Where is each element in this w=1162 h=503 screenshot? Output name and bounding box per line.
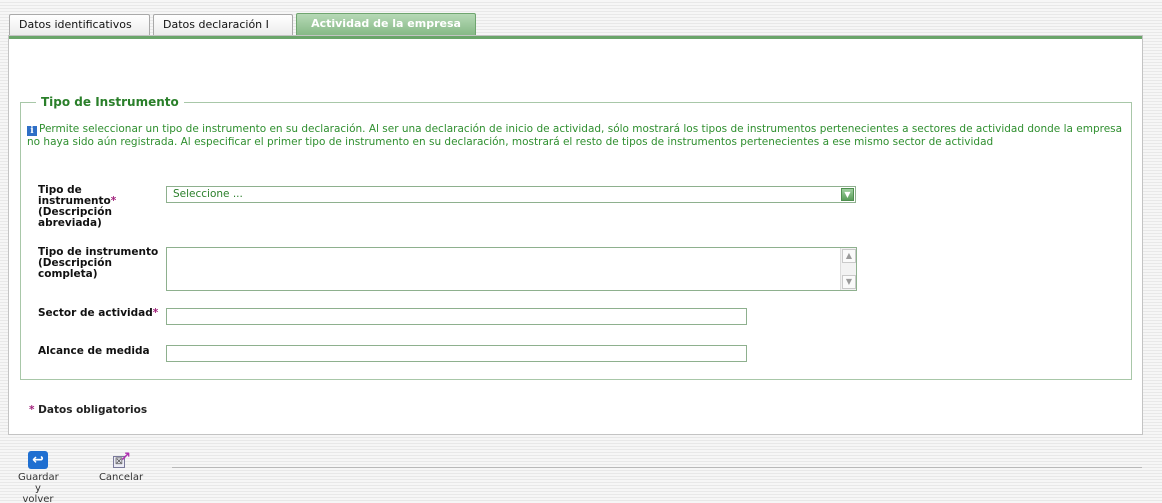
select-value: Seleccione ... [173,188,243,200]
required-note: * Datos obligatorios [29,404,148,416]
tab-bar: Datos identificativos Datos declaración … [9,13,476,35]
alcance-label: Alcance de medida [38,345,150,357]
tipo-completa-label: Tipo de instrumento (Descripción complet… [38,246,159,280]
action-bar: ↩ Guardar y volver ⊠ ↗ Cancelar [0,447,1162,503]
action-divider [172,467,1142,468]
cancelar-button[interactable]: ⊠ ↗ Cancelar [88,447,154,483]
fieldset-legend: Tipo de Instrumento [36,95,184,109]
sector-actividad-input[interactable] [166,308,747,325]
info-text: Permite seleccionar un tipo de instrumen… [27,123,1123,148]
tab-content-panel: Tipo de Instrumento i Permite seleccionar… [8,35,1143,435]
guardar-volver-label: Guardar y volver [18,472,59,503]
cancelar-label: Cancelar [98,472,144,483]
tab-actividad-empresa[interactable]: Actividad de la empresa [296,13,476,35]
arrow-icon: ↗ [120,450,131,465]
textarea-scrollbar[interactable]: ▲ ▼ [840,248,856,290]
descripcion-completa-textarea[interactable]: ▲ ▼ [166,247,857,291]
scroll-up-icon[interactable]: ▲ [842,249,856,263]
panel-accent-line [9,36,1142,39]
alcance-medida-input[interactable] [166,345,747,362]
required-mark: * [152,307,159,319]
cancel-icon: ⊠ ↗ [111,451,131,469]
sector-label: Sector de actividad* [38,307,159,319]
scroll-down-icon[interactable]: ▼ [842,275,856,289]
guardar-volver-button[interactable]: ↩ Guardar y volver [18,447,59,503]
tipo-instrumento-fieldset: Tipo de Instrumento i Permite seleccionar… [20,95,1132,380]
return-arrow-icon: ↩ [28,451,48,469]
tipo-instrumento-select[interactable]: Seleccione ... ▼ [166,186,856,203]
tab-datos-identificativos[interactable]: Datos identificativos [9,14,150,35]
tipo-abreviada-label: Tipo de instrumento* (Descripción abrevi… [38,184,117,229]
tab-datos-declaracion[interactable]: Datos declaración I [153,14,293,35]
chevron-down-icon[interactable]: ▼ [841,188,854,201]
info-icon: i [27,126,37,136]
info-message: i Permite seleccionar un tipo de instrume… [27,123,1127,149]
